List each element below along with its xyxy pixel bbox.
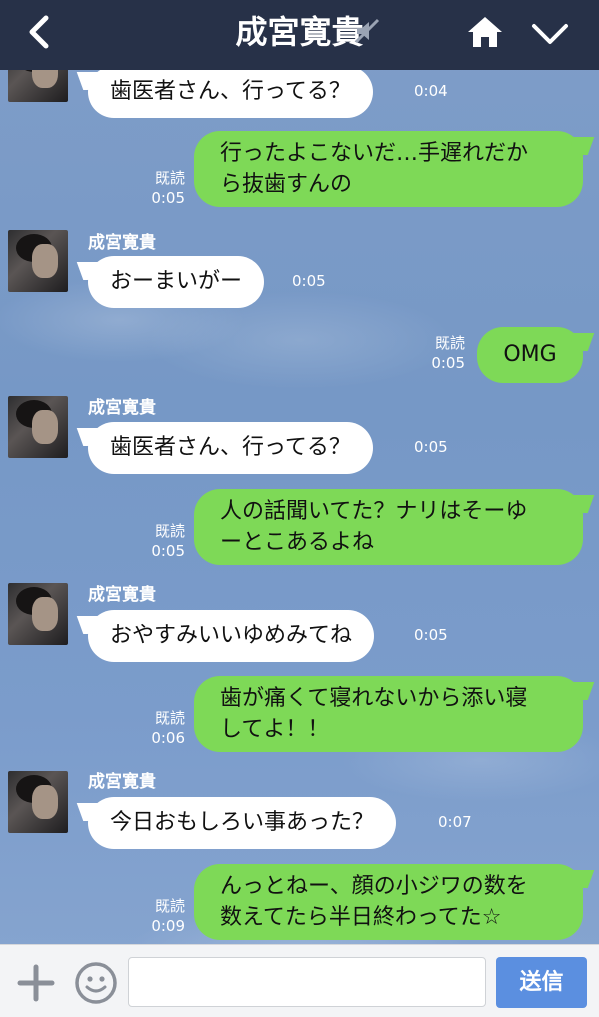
message-line: んっとねー、顔の小ジワの数を	[220, 874, 528, 899]
read-receipt: 既読 0:05	[431, 333, 465, 373]
outgoing-message-bubble: 行ったよこないだ…手遅れだか ら抜歯すんの	[194, 131, 583, 207]
home-button[interactable]	[466, 14, 504, 50]
incoming-message-bubble: おやすみいいゆめみてね	[88, 610, 375, 662]
message-line: 行ったよこないだ…手遅れだか	[220, 141, 529, 166]
add-attachment-button[interactable]	[17, 964, 55, 1002]
chevron-down-icon	[532, 24, 568, 44]
read-receipt: 既読 0:05	[151, 168, 185, 208]
outgoing-message-bubble: OMG	[477, 327, 583, 383]
message-line: してよ！！	[220, 717, 330, 742]
message-line: OMG	[503, 342, 557, 367]
sender-name: 成宮寛貴	[88, 398, 156, 418]
sender-name: 成宮寛貴	[88, 772, 156, 792]
read-label: 既読	[154, 897, 185, 915]
emoji-button[interactable]	[74, 961, 118, 1005]
message-time: 0:05	[414, 438, 448, 456]
avatar[interactable]	[8, 771, 68, 833]
incoming-message-bubble: おーまいがー	[88, 256, 265, 308]
message-input-bar: 送信	[0, 944, 599, 1017]
menu-dropdown-button[interactable]	[530, 18, 570, 50]
read-receipt: 既読 0:06	[151, 708, 185, 748]
speaker-muted-icon	[354, 18, 380, 44]
incoming-message-bubble: 歯医者さん、行ってる？	[88, 422, 373, 474]
message-time: 0:05	[151, 542, 185, 560]
message-time: 0:06	[151, 729, 185, 747]
send-button[interactable]: 送信	[496, 957, 587, 1008]
avatar[interactable]	[8, 396, 68, 458]
incoming-message-bubble: 歯医者さん、行ってる？	[88, 66, 373, 118]
read-receipt: 既読 0:09	[151, 896, 185, 936]
message-line: ら抜歯すんの	[220, 172, 353, 197]
sender-name: 成宮寛貴	[88, 233, 156, 253]
message-time: 0:05	[414, 626, 448, 644]
emoji-smile-icon	[75, 962, 117, 1004]
avatar[interactable]	[8, 230, 68, 292]
message-line: ーとこあるよね	[220, 530, 375, 555]
message-time: 0:05	[431, 354, 465, 372]
message-time: 0:05	[292, 272, 326, 290]
message-line: 数えてたら半日終わってた☆	[220, 905, 502, 930]
message-line: 歯が痛くて寝れないから添い寝	[220, 686, 528, 711]
read-label: 既読	[154, 169, 185, 187]
read-label: 既読	[154, 709, 185, 727]
avatar[interactable]	[8, 583, 68, 645]
chat-title: 成宮寛貴	[235, 13, 364, 51]
outgoing-message-bubble: 歯が痛くて寝れないから添い寝 してよ！！	[194, 676, 583, 752]
outgoing-message-bubble: んっとねー、顔の小ジワの数を 数えてたら半日終わってた☆	[194, 864, 583, 940]
home-icon	[468, 17, 502, 47]
read-label: 既読	[154, 522, 185, 540]
sender-name: 成宮寛貴	[88, 585, 156, 605]
message-line: 人の話聞いてた？ナリはそーゆ	[220, 499, 528, 524]
message-time: 0:04	[414, 82, 448, 100]
outgoing-message-bubble: 人の話聞いてた？ナリはそーゆ ーとこあるよね	[194, 489, 583, 565]
message-input[interactable]	[128, 957, 486, 1007]
read-receipt: 既読 0:05	[151, 521, 185, 561]
message-time: 0:05	[151, 189, 185, 207]
plus-icon	[17, 964, 55, 1002]
incoming-message-bubble: 今日おもしろい事あった？	[88, 797, 397, 849]
message-time: 0:09	[151, 917, 185, 935]
chat-header: 成宮寛貴	[0, 0, 599, 70]
message-time: 0:07	[438, 813, 472, 831]
read-label: 既読	[434, 334, 465, 352]
